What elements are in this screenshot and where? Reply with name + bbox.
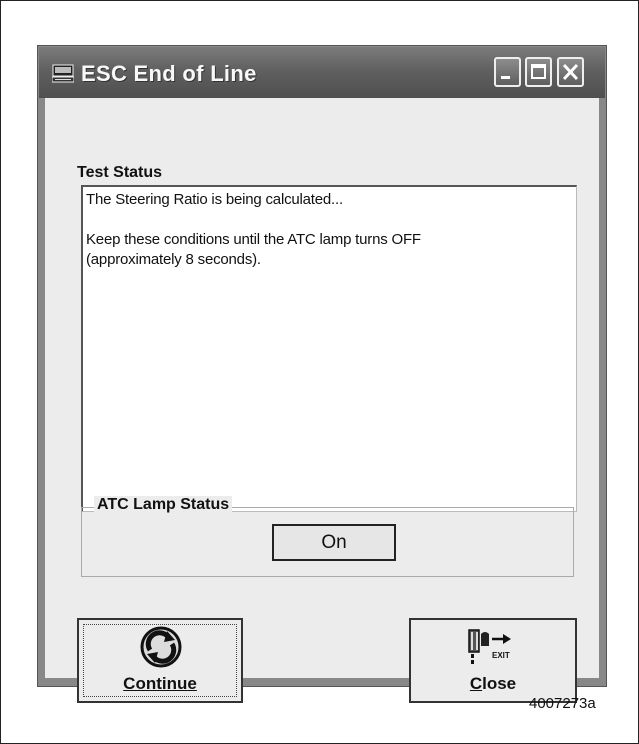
minimize-button[interactable] — [494, 57, 521, 87]
close-window-button[interactable] — [557, 57, 584, 87]
maximize-icon — [531, 64, 546, 79]
app-icon — [52, 64, 74, 83]
title-bar[interactable]: ESC End of Line — [39, 47, 605, 98]
refresh-icon — [140, 626, 182, 668]
test-status-label: Test Status — [77, 164, 163, 181]
dialog-body: Test Status The Steering Ratio is being … — [45, 98, 599, 703]
status-line: (approximately 8 seconds). — [86, 251, 261, 268]
close-icon — [562, 63, 579, 81]
figure-id: 4007273a — [529, 695, 596, 712]
atc-lamp-status-value: On — [272, 524, 396, 561]
status-line — [86, 210, 573, 230]
minimize-icon — [501, 76, 510, 79]
status-line: The Steering Ratio is being calculated..… — [86, 191, 343, 208]
esc-window: ESC End of Line Test Status The Steering… — [37, 45, 607, 703]
window-title: ESC End of Line — [81, 61, 257, 86]
close-button[interactable]: EXIT Close — [409, 618, 577, 703]
exit-icon-text: EXIT — [492, 651, 510, 660]
exit-icon: EXIT — [468, 629, 511, 664]
test-status-textbox[interactable]: The Steering Ratio is being calculated..… — [81, 185, 577, 512]
continue-label: Continue — [123, 674, 197, 693]
status-line: Keep these conditions until the ATC lamp… — [86, 231, 421, 248]
close-label: Close — [469, 674, 517, 693]
atc-lamp-status-label: ATC Lamp Status — [94, 496, 233, 514]
maximize-button[interactable] — [525, 57, 552, 87]
continue-button[interactable]: Continue — [77, 618, 243, 703]
